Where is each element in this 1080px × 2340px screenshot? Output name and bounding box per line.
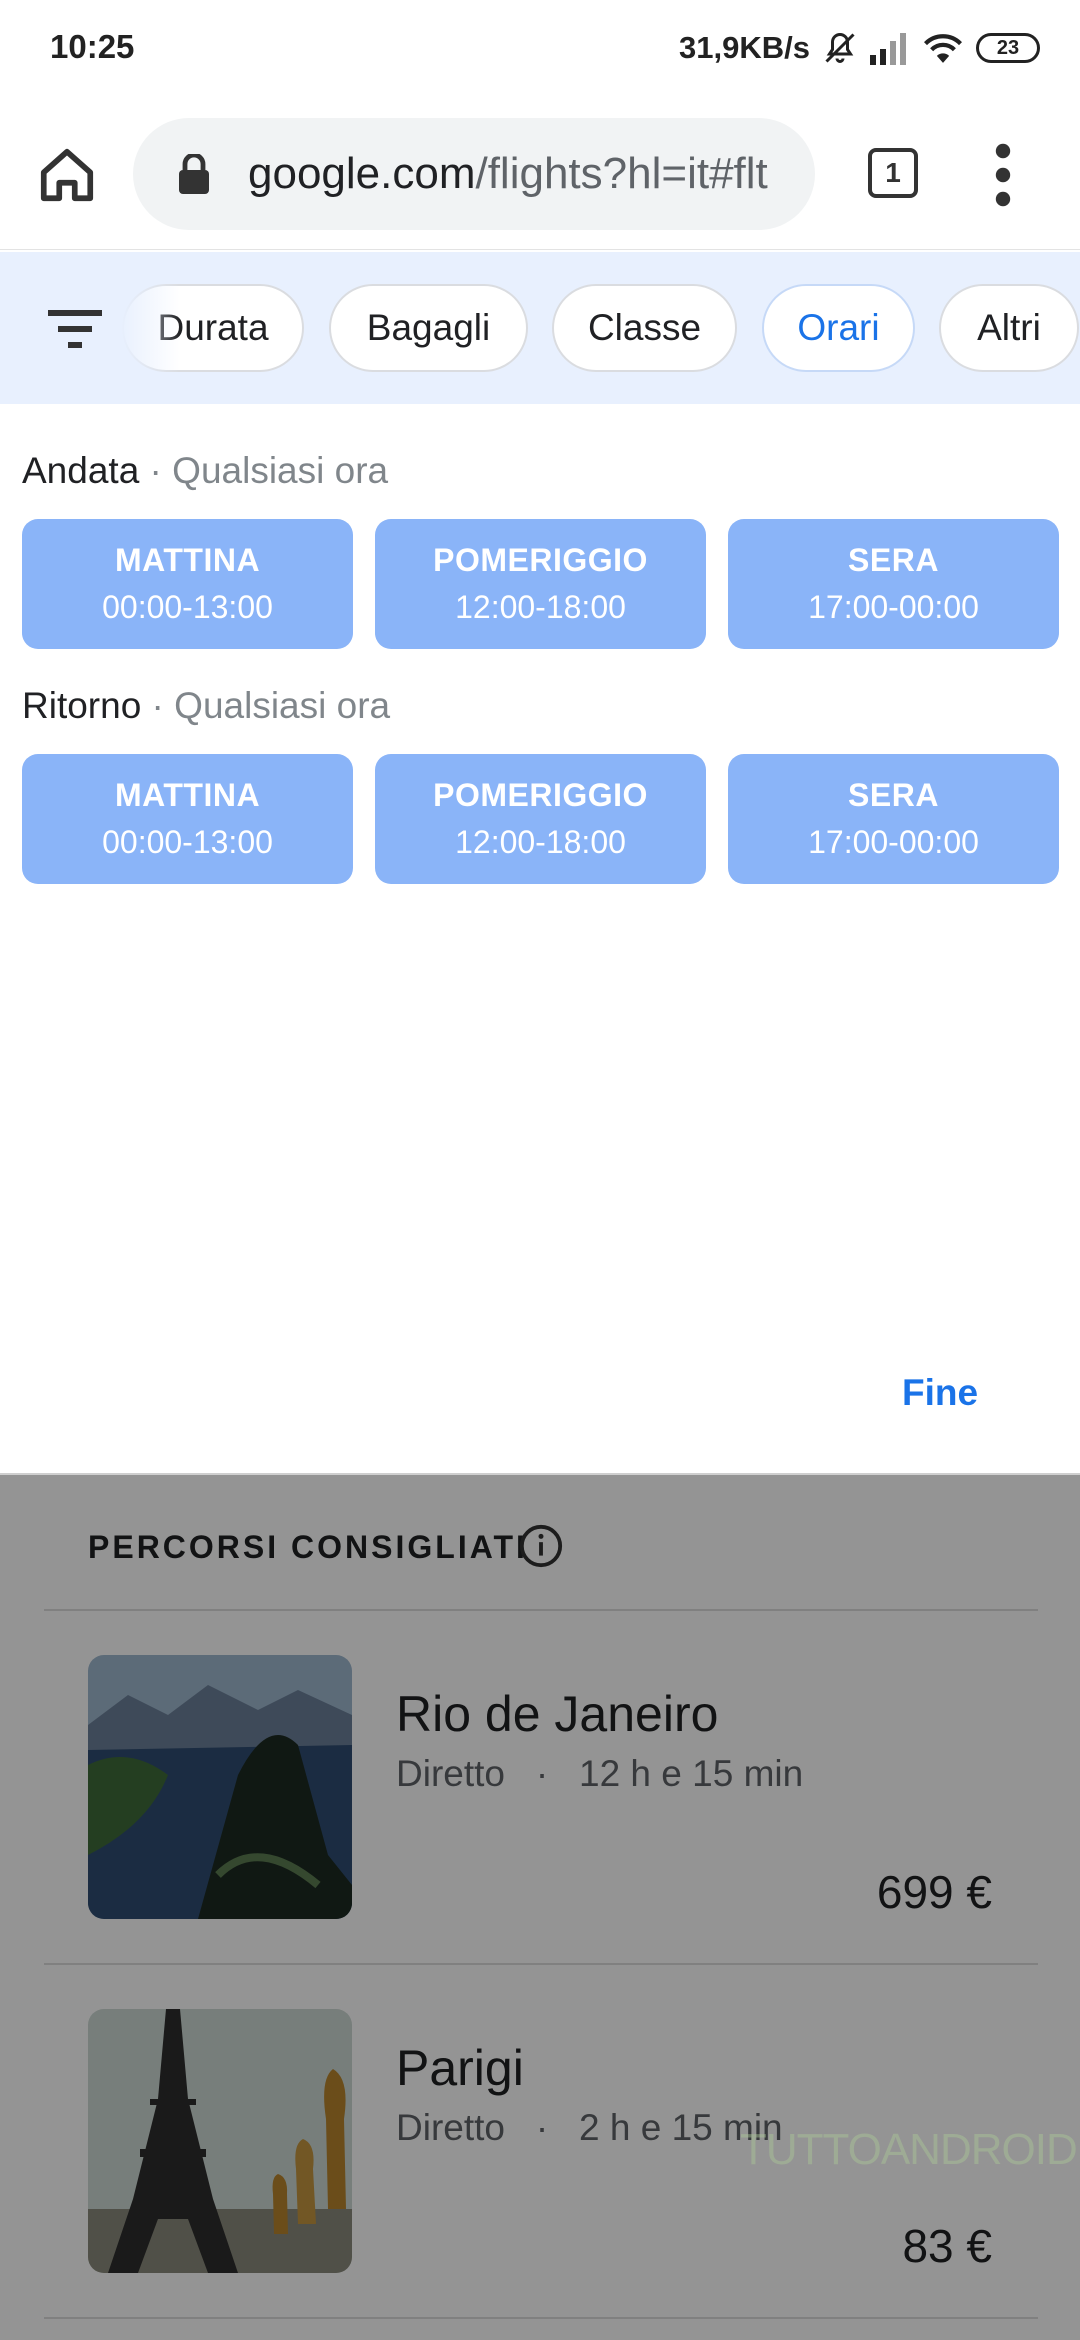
time-option-range: 00:00-13:00 [102, 824, 273, 860]
time-option-name: POMERIGGIO [433, 777, 648, 813]
time-option-name: SERA [848, 777, 939, 813]
done-button[interactable]: Fine [902, 1372, 978, 1414]
status-indicators: 31,9KB/s 23 [679, 26, 1040, 70]
modal-scrim[interactable] [0, 1475, 1080, 2340]
chip-orari[interactable]: Orari [762, 284, 915, 372]
time-option-range: 17:00-00:00 [808, 589, 979, 625]
watermark: TUTTOANDROID [740, 2125, 1078, 2174]
url-domain: google.com [248, 149, 476, 198]
wifi-icon [922, 31, 964, 65]
chip-fade [120, 282, 180, 374]
url-path: /flights?hl=it#flt [475, 149, 768, 198]
return-value: Qualsiasi ora [174, 685, 391, 726]
chip-bagagli[interactable]: Bagagli [329, 284, 528, 372]
outbound-label: Andata · Qualsiasi ora [22, 450, 388, 492]
return-title: Ritorno [22, 685, 142, 726]
time-option-name: MATTINA [114, 542, 261, 578]
chip-classe[interactable]: Classe [552, 284, 737, 372]
status-time: 10:25 [50, 28, 135, 65]
outbound-morning-button[interactable]: MATTINA 00:00-13:00 [22, 519, 353, 649]
return-afternoon-button[interactable]: POMERIGGIO 12:00-18:00 [375, 754, 706, 884]
battery-icon: 23 [976, 33, 1040, 63]
url-text: google.com/flights?hl=it#flt [248, 149, 768, 199]
filter-icon[interactable] [48, 306, 102, 355]
return-label: Ritorno · Qualsiasi ora [22, 685, 390, 727]
time-option-range: 17:00-00:00 [808, 824, 979, 860]
time-option-range: 12:00-18:00 [455, 824, 626, 860]
time-option-name: POMERIGGIO [433, 542, 648, 578]
time-option-range: 00:00-13:00 [102, 589, 273, 625]
network-speed: 31,9KB/s [679, 30, 810, 65]
lock-icon [177, 152, 211, 199]
overflow-menu-icon[interactable] [985, 142, 1021, 208]
outbound-title: Andata [22, 450, 140, 491]
return-morning-button[interactable]: MATTINA 00:00-13:00 [22, 754, 353, 884]
browser-toolbar: google.com/flights?hl=it#flt 1 [0, 100, 1080, 250]
recommended-routes: PERCORSI CONSIGLIATI Rio de Janeiro Dire… [0, 1473, 1080, 2340]
home-icon[interactable] [36, 144, 98, 206]
time-option-name: MATTINA [114, 777, 261, 813]
filter-chip-bar: Durata Bagagli Classe Orari Altri [0, 252, 1080, 404]
outbound-evening-button[interactable]: SERA 17:00-00:00 [728, 519, 1059, 649]
time-option-range: 12:00-18:00 [455, 589, 626, 625]
url-bar[interactable]: google.com/flights?hl=it#flt [133, 118, 815, 230]
status-bar: 10:25 31,9KB/s 23 [0, 0, 1080, 100]
mute-bell-icon [822, 30, 858, 66]
outbound-afternoon-button[interactable]: POMERIGGIO 12:00-18:00 [375, 519, 706, 649]
time-option-name: SERA [848, 542, 939, 578]
outbound-value: Qualsiasi ora [172, 450, 389, 491]
chip-altri[interactable]: Altri [939, 284, 1079, 372]
tab-switcher-button[interactable]: 1 [868, 148, 918, 198]
return-separator: · [141, 685, 175, 726]
outbound-separator: · [139, 450, 173, 491]
signal-icon [870, 31, 910, 65]
return-evening-button[interactable]: SERA 17:00-00:00 [728, 754, 1059, 884]
